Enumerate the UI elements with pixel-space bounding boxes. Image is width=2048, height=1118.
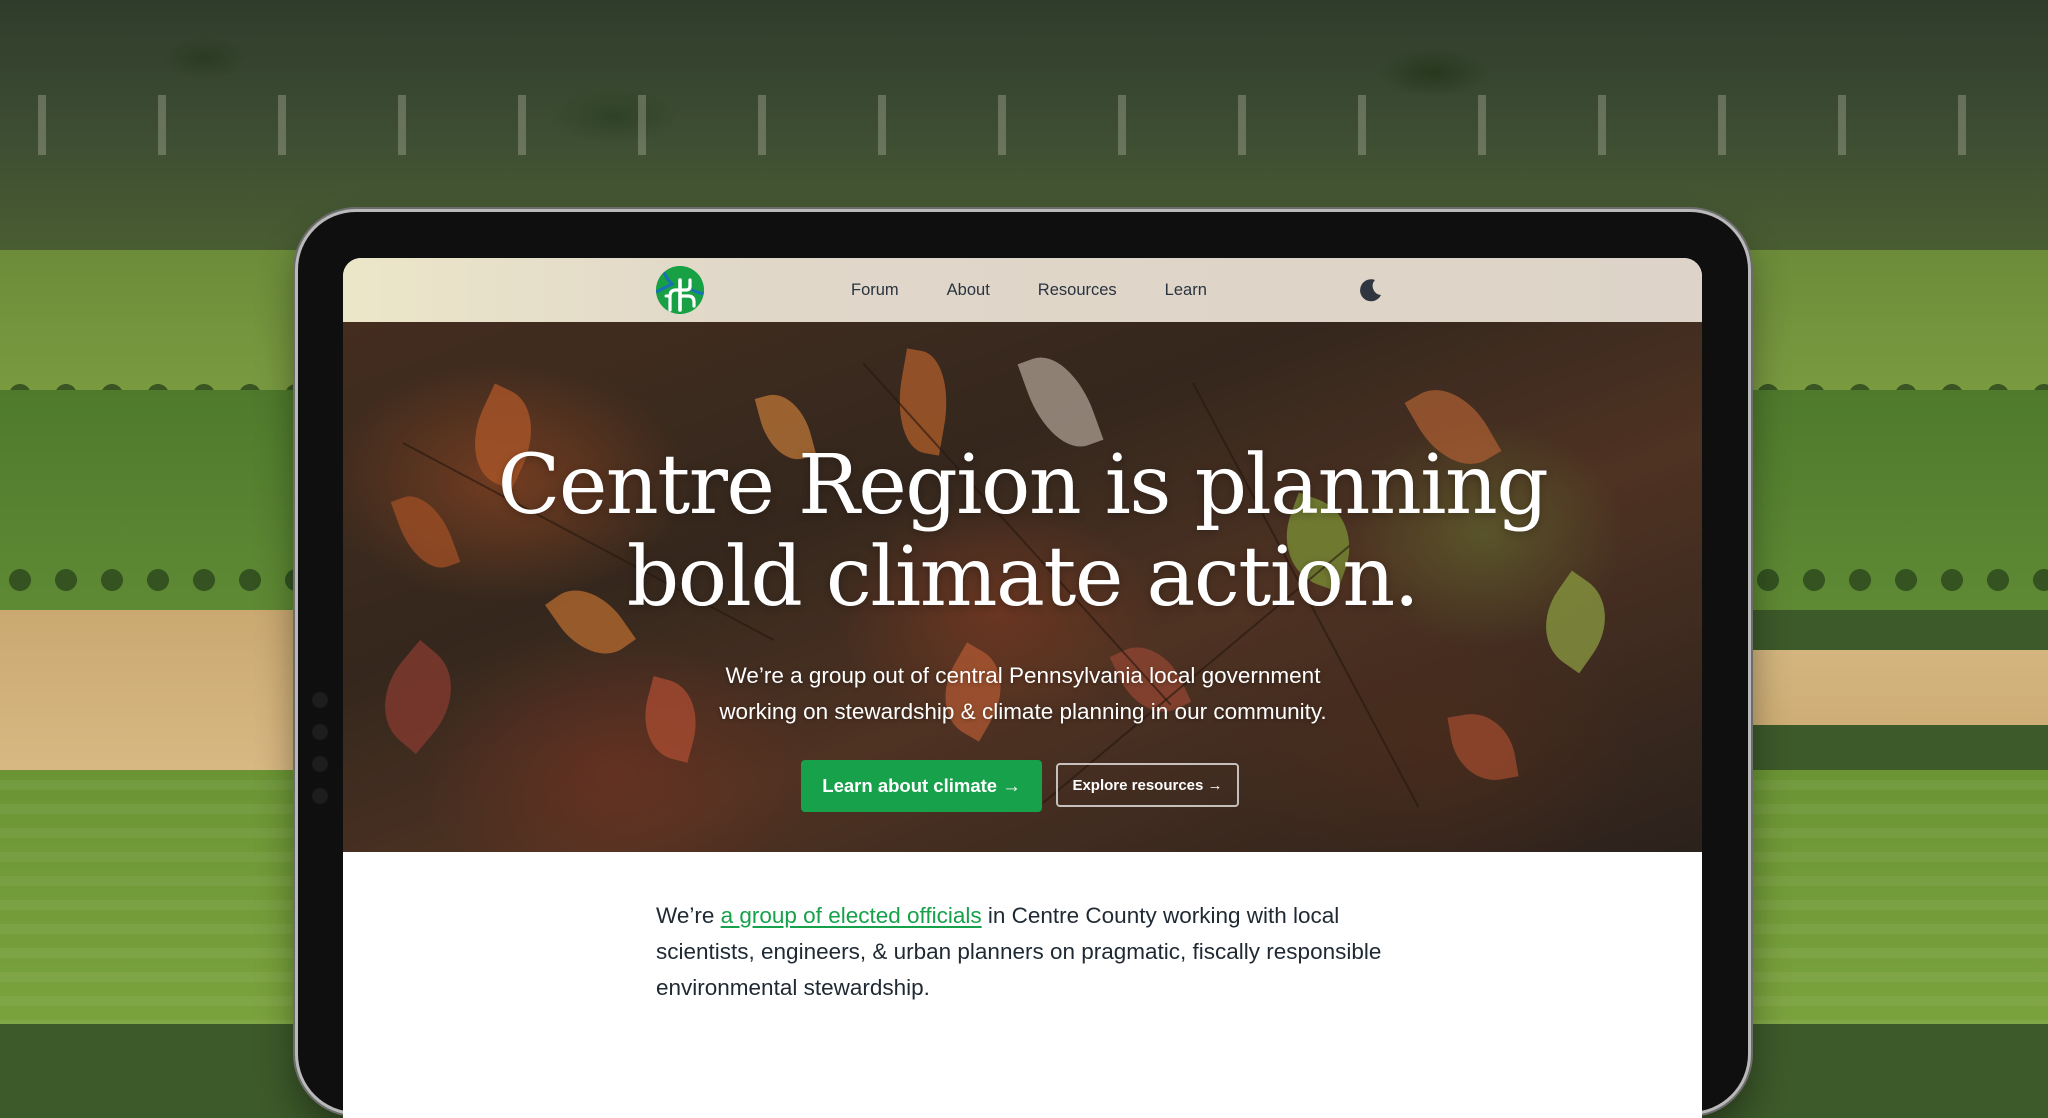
- hero-subtitle: We’re a group out of central Pennsylvani…: [673, 658, 1373, 730]
- tree-logo-icon[interactable]: [656, 266, 704, 314]
- tablet-screen: Forum About Resources Learn Centre Regio…: [343, 258, 1702, 1118]
- moon-icon[interactable]: [1358, 277, 1384, 303]
- tablet-camera: [312, 692, 330, 842]
- navbar: Forum About Resources Learn: [343, 258, 1702, 322]
- wheat-field: [1728, 650, 2048, 725]
- main-nav: Forum About Resources Learn: [851, 258, 1207, 322]
- elected-officials-link[interactable]: a group of elected officials: [721, 903, 982, 928]
- hero-title-line: bold climate action.: [626, 530, 1420, 625]
- learn-about-climate-button[interactable]: Learn about climate →: [801, 760, 1042, 812]
- nav-about[interactable]: About: [947, 281, 990, 300]
- intro-prefix: We’re: [656, 903, 721, 928]
- wheat-field: [0, 610, 320, 780]
- hero-subtitle-line: working on stewardship & climate plannin…: [719, 699, 1327, 724]
- hero-title: Centre Region is planning bold climate a…: [343, 440, 1702, 624]
- nav-learn[interactable]: Learn: [1165, 281, 1207, 300]
- explore-resources-button[interactable]: Explore resources →: [1056, 763, 1239, 807]
- nav-resources[interactable]: Resources: [1038, 281, 1117, 300]
- hero-section: Centre Region is planning bold climate a…: [343, 322, 1702, 852]
- village-houses: [0, 95, 2048, 155]
- hero-title-line: Centre Region is planning: [497, 438, 1549, 533]
- intro-paragraph: We’re a group of elected officials in Ce…: [656, 898, 1406, 1006]
- hero-subtitle-line: We’re a group out of central Pennsylvani…: [725, 663, 1321, 688]
- tablet-device: Forum About Resources Learn Centre Regio…: [298, 212, 1748, 1118]
- nav-forum[interactable]: Forum: [851, 281, 899, 300]
